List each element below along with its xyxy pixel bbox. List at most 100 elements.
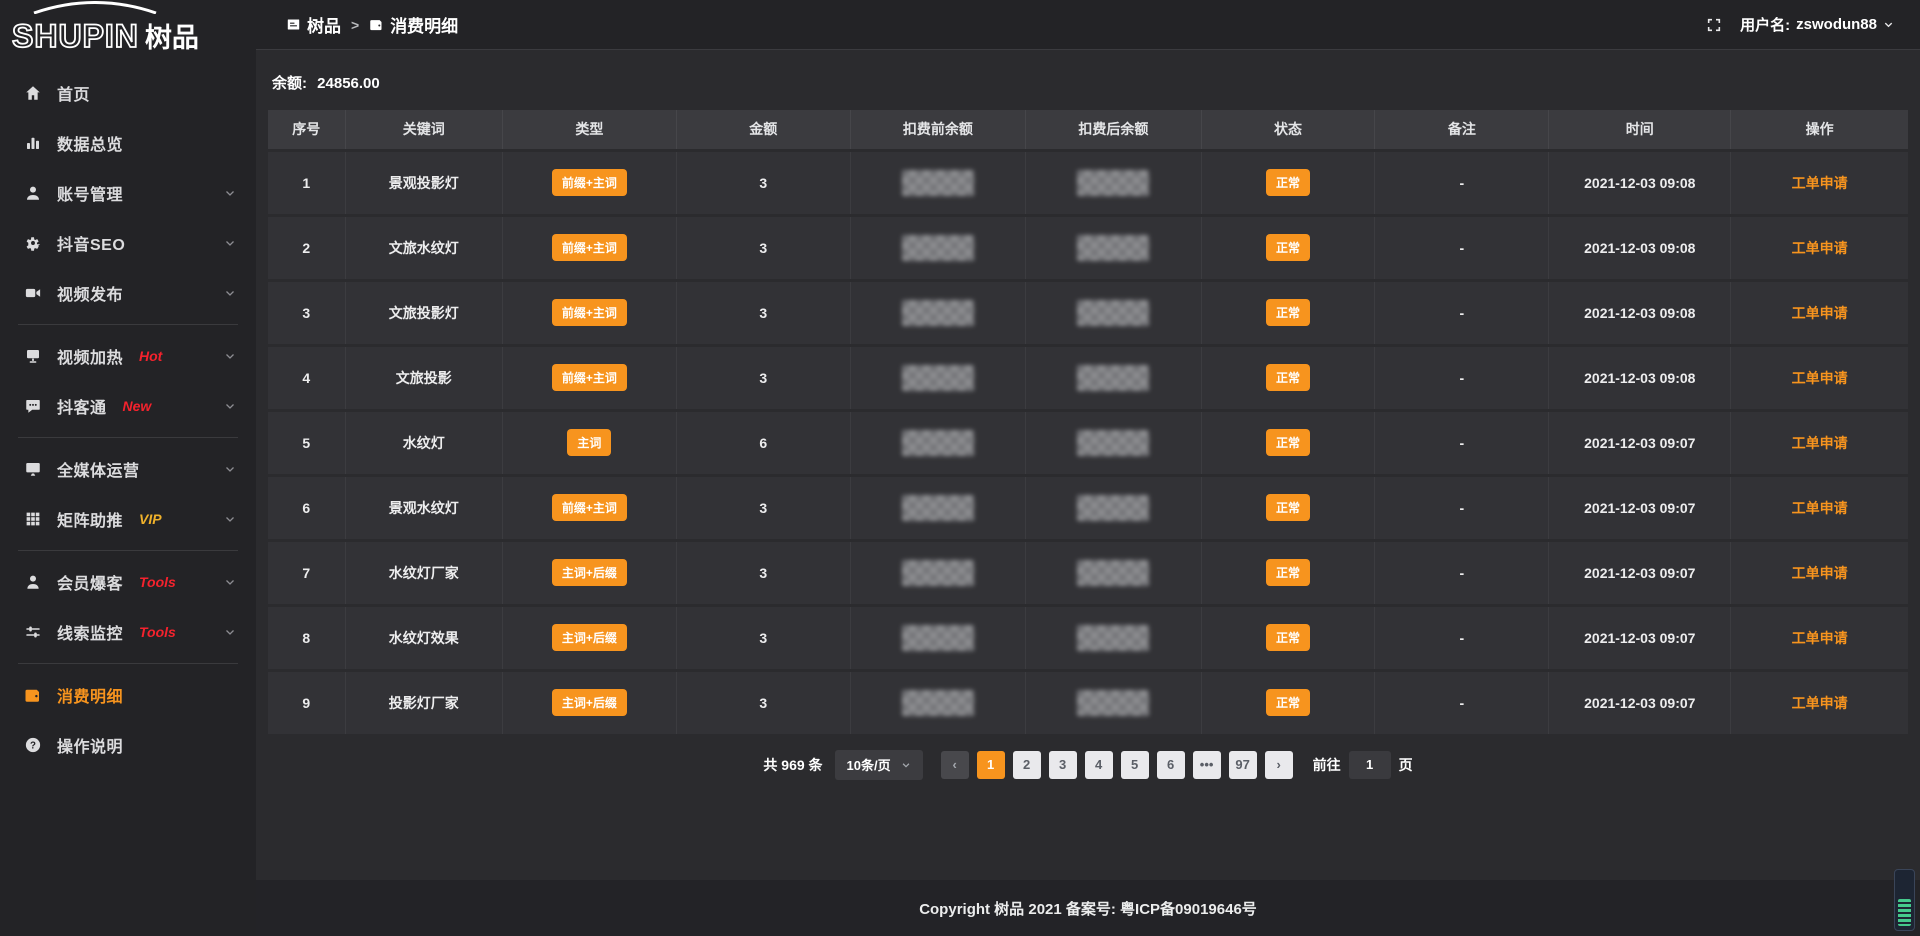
sidebar-item-account-management[interactable]: 账号管理: [0, 168, 256, 218]
time-text: 2021-12-03 09:07: [1584, 500, 1695, 516]
action-cell: 工单申请: [1731, 345, 1908, 410]
status-badge: 正常: [1266, 429, 1310, 456]
action-cell: 工单申请: [1731, 670, 1908, 735]
extension-widget[interactable]: [1894, 869, 1915, 931]
keyword-cell: 水纹灯厂家: [345, 540, 502, 605]
action-cell: 工单申请: [1731, 475, 1908, 540]
more-pages-button[interactable]: •••: [1193, 751, 1221, 779]
sidebar-divider: [18, 550, 238, 551]
ticket-apply-link[interactable]: 工单申请: [1792, 435, 1848, 451]
chevron-down-icon: [224, 287, 236, 299]
page-button-4[interactable]: 4: [1085, 751, 1113, 779]
ticket-apply-link[interactable]: 工单申请: [1792, 500, 1848, 516]
total-count: 共 969 条: [763, 755, 822, 775]
balance-before-cell: [850, 215, 1025, 280]
sidebar-item-label: 矩阵助推: [57, 507, 123, 531]
balance-before-cell: [850, 150, 1025, 215]
sidebar-item-video-publish[interactable]: 视频发布: [0, 268, 256, 318]
user-menu[interactable]: 用户名: zswodun88: [1740, 14, 1894, 35]
time-cell: 2021-12-03 09:08: [1549, 215, 1731, 280]
chevron-down-icon: [224, 400, 236, 412]
balance-before-redacted: [902, 625, 974, 651]
page-button-3[interactable]: 3: [1049, 751, 1077, 779]
time-cell: 2021-12-03 09:07: [1549, 410, 1731, 475]
keyword-cell: 景观水纹灯: [345, 475, 502, 540]
prev-page-button[interactable]: ‹: [941, 751, 969, 779]
sidebar-item-matrix-boost[interactable]: 矩阵助推VIP: [0, 494, 256, 544]
logo-text-cn: 树品: [145, 24, 199, 52]
page-button-1[interactable]: 1: [977, 751, 1005, 779]
page-button-2[interactable]: 2: [1013, 751, 1041, 779]
breadcrumb-item-consumption-detail[interactable]: 消费明细: [369, 12, 458, 37]
ticket-apply-link[interactable]: 工单申请: [1792, 695, 1848, 711]
sidebar-item-data-overview[interactable]: 数据总览: [0, 118, 256, 168]
sidebar-item-tag: New: [123, 398, 152, 414]
keyword-text: 文旅投影: [396, 370, 452, 386]
table-row: 3文旅投影灯前缀+主词3正常-2021-12-03 09:08工单申请: [268, 280, 1908, 345]
keyword-text: 景观投影灯: [389, 175, 459, 191]
ticket-apply-link[interactable]: 工单申请: [1792, 305, 1848, 321]
topbar-right: 用户名: zswodun88: [1706, 14, 1894, 35]
balance-before-redacted: [902, 235, 974, 261]
status-badge: 正常: [1266, 364, 1310, 391]
page-button-6[interactable]: 6: [1157, 751, 1185, 779]
keyword-text: 水纹灯厂家: [389, 565, 459, 581]
sidebar-item-consumption-detail[interactable]: 消费明细: [0, 670, 256, 720]
balance-after-cell: [1026, 280, 1201, 345]
sidebar-item-douyin-seo[interactable]: 抖音SEO: [0, 218, 256, 268]
serial-number-cell: 8: [268, 605, 345, 670]
chevron-down-icon: [1883, 19, 1894, 30]
status-cell: 正常: [1201, 605, 1375, 670]
fullscreen-icon[interactable]: [1706, 17, 1722, 33]
amount-value: 6: [759, 435, 767, 451]
serial-number-cell: 7: [268, 540, 345, 605]
copyright-text: Copyright 树品 2021 备案号: 粤ICP备09019646号: [919, 898, 1257, 919]
page-button-5[interactable]: 5: [1121, 751, 1149, 779]
sidebar-item-label: 线索监控: [57, 620, 123, 644]
remark-cell: -: [1375, 280, 1549, 345]
logo: SHUPIN 树品: [0, 0, 256, 60]
table-row: 2文旅水纹灯前缀+主词3正常-2021-12-03 09:08工单申请: [268, 215, 1908, 280]
page-size-select[interactable]: 10条/页: [835, 750, 923, 780]
sidebar-item-member-baoke[interactable]: 会员爆客Tools: [0, 557, 256, 607]
sidebar-item-douketong[interactable]: 抖客通New: [0, 381, 256, 431]
sidebar-item-all-media-operation[interactable]: 全媒体运营: [0, 444, 256, 494]
goto-suffix: 页: [1399, 755, 1413, 775]
amount-cell: 3: [676, 215, 850, 280]
sidebar-item-video-heat[interactable]: 视频加热Hot: [0, 331, 256, 381]
sidebar-item-home[interactable]: 首页: [0, 68, 256, 118]
remark-text: -: [1460, 240, 1465, 256]
page-button-97[interactable]: 97: [1229, 751, 1257, 779]
balance-after-redacted: [1077, 495, 1149, 521]
balance-before-redacted: [902, 495, 974, 521]
balance-after-redacted: [1077, 625, 1149, 651]
sidebar-item-operation-guide[interactable]: ?操作说明: [0, 720, 256, 770]
amount-value: 3: [759, 565, 767, 581]
next-page-button[interactable]: ›: [1265, 751, 1293, 779]
goto-page-input[interactable]: [1349, 751, 1391, 779]
type-cell: 前缀+主词: [503, 150, 677, 215]
ticket-apply-link[interactable]: 工单申请: [1792, 370, 1848, 386]
ticket-apply-link[interactable]: 工单申请: [1792, 175, 1848, 191]
sidebar-nav: 首页数据总览账号管理抖音SEO视频发布视频加热Hot抖客通New全媒体运营矩阵助…: [0, 60, 256, 770]
balance-before-cell: [850, 475, 1025, 540]
ticket-apply-link[interactable]: 工单申请: [1792, 630, 1848, 646]
table-row: 1景观投影灯前缀+主词3正常-2021-12-03 09:08工单申请: [268, 150, 1908, 215]
sidebar-item-lead-monitor[interactable]: 线索监控Tools: [0, 607, 256, 657]
topbar: 树品 > 消费明细 用户名: zswodun88: [256, 0, 1920, 50]
breadcrumb-label: 树品: [307, 12, 341, 37]
amount-value: 3: [759, 500, 767, 516]
keyword-cell: 水纹灯效果: [345, 605, 502, 670]
time-cell: 2021-12-03 09:08: [1549, 150, 1731, 215]
status-cell: 正常: [1201, 215, 1375, 280]
sidebar-item-tag: Hot: [139, 348, 162, 364]
ticket-apply-link[interactable]: 工单申请: [1792, 565, 1848, 581]
table-column-header: 时间: [1549, 110, 1731, 150]
breadcrumb-item-shupin[interactable]: 树品: [286, 12, 341, 37]
amount-cell: 3: [676, 475, 850, 540]
status-cell: 正常: [1201, 345, 1375, 410]
ticket-apply-link[interactable]: 工单申请: [1792, 240, 1848, 256]
screen-icon: [24, 347, 42, 365]
remark-text: -: [1460, 175, 1465, 191]
amount-cell: 3: [676, 280, 850, 345]
